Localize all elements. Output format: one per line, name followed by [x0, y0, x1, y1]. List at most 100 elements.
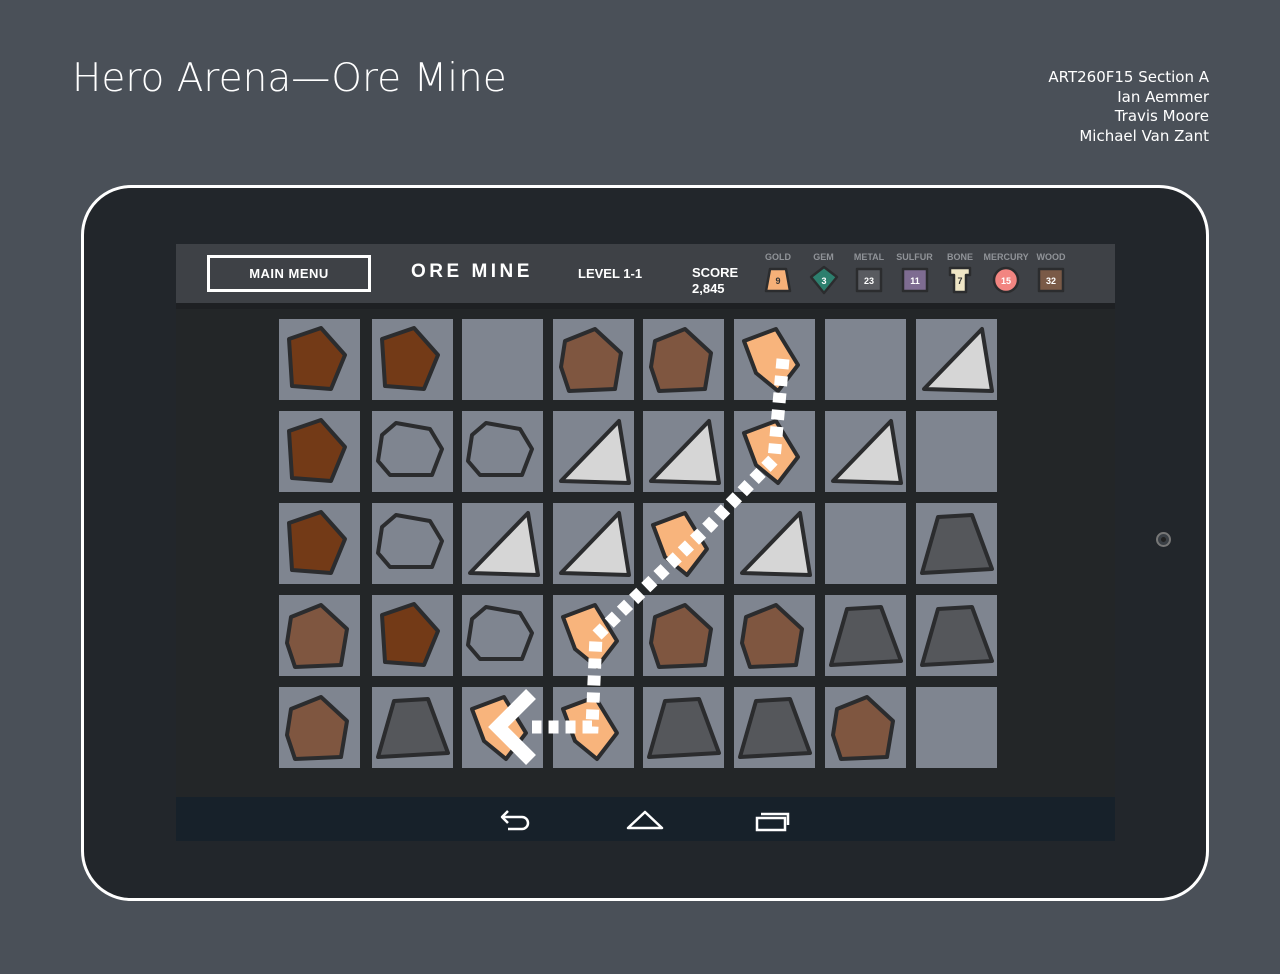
resource-label: GOLD: [765, 252, 791, 262]
metal-icon: 23: [855, 267, 883, 293]
credits: ART260F15 Section A Ian Aemmer Travis Mo…: [1048, 68, 1209, 146]
coal-ore-icon: [829, 605, 903, 667]
level-label: LEVEL 1-1: [578, 266, 643, 281]
copper-ore-icon: [380, 326, 440, 391]
stone-ore-icon: [466, 605, 534, 661]
stone-ore-icon: [466, 421, 534, 477]
silver-ore-icon: [468, 511, 540, 577]
copper-ore-icon: [287, 326, 347, 391]
empty-cell[interactable]: [462, 319, 543, 400]
silver-ore-icon: [831, 419, 903, 485]
resource-count: 15: [1000, 276, 1010, 286]
gold-ore-cell[interactable]: [734, 319, 815, 400]
coal-ore-cell[interactable]: [916, 503, 997, 584]
stone-ore-cell[interactable]: [462, 411, 543, 492]
resource-count: 3: [821, 276, 826, 286]
dirt-ore-icon: [285, 695, 349, 761]
back-icon[interactable]: [498, 805, 534, 838]
page-title: Hero Arena—Ore Mine: [72, 56, 507, 101]
dirt-ore-icon: [831, 695, 895, 761]
hud-divider: [176, 303, 1115, 309]
coal-ore-icon: [920, 605, 994, 667]
dirt-ore-cell[interactable]: [825, 687, 906, 768]
credit-line: Travis Moore: [1114, 107, 1209, 125]
score-display: SCORE 2,845: [692, 265, 738, 297]
copper-ore-cell[interactable]: [279, 503, 360, 584]
empty-cell[interactable]: [825, 319, 906, 400]
silver-ore-cell[interactable]: [462, 503, 543, 584]
credit-line: Michael Van Zant: [1079, 126, 1209, 145]
gold-ore-icon: [470, 695, 528, 761]
gold-ore-cell[interactable]: [553, 595, 634, 676]
stone-ore-cell[interactable]: [462, 595, 543, 676]
silver-ore-icon: [559, 419, 631, 485]
main-menu-button[interactable]: MAIN MENU: [207, 255, 371, 292]
credit-line: ART260F15 Section A: [1048, 68, 1209, 86]
silver-ore-icon: [559, 511, 631, 577]
resource-wood: WOOD 32: [1029, 252, 1073, 295]
dirt-ore-cell[interactable]: [643, 319, 724, 400]
copper-ore-cell[interactable]: [372, 319, 453, 400]
stone-ore-cell[interactable]: [372, 411, 453, 492]
gold-ore-icon: [651, 511, 709, 577]
silver-ore-cell[interactable]: [553, 411, 634, 492]
stone-ore-cell[interactable]: [372, 503, 453, 584]
resource-label: WOOD: [1036, 252, 1066, 262]
gold-ore-cell[interactable]: [734, 411, 815, 492]
dirt-ore-cell[interactable]: [734, 595, 815, 676]
home-icon[interactable]: [626, 805, 664, 838]
silver-ore-cell[interactable]: [643, 411, 724, 492]
credit-line: Ian Aemmer: [1117, 87, 1209, 106]
coal-ore-icon: [376, 697, 450, 759]
gold-ore-icon: [742, 419, 800, 485]
silver-ore-cell[interactable]: [916, 319, 997, 400]
dirt-ore-icon: [285, 603, 349, 669]
gold-ore-cell[interactable]: [553, 687, 634, 768]
silver-ore-cell[interactable]: [734, 503, 815, 584]
silver-ore-cell[interactable]: [825, 411, 906, 492]
gold-ore-icon: [561, 695, 619, 761]
resource-count: 9: [775, 276, 780, 286]
resource-mercury: MERCURY 15: [983, 252, 1029, 295]
gold-ore-cell[interactable]: [643, 503, 724, 584]
resource-label: GEM: [813, 252, 834, 262]
bone-icon: 7: [948, 266, 972, 294]
coal-ore-icon: [647, 697, 721, 759]
silver-ore-cell[interactable]: [553, 503, 634, 584]
dirt-ore-cell[interactable]: [279, 595, 360, 676]
gold-ore-cell[interactable]: [462, 687, 543, 768]
dirt-ore-icon: [559, 327, 623, 393]
score-value: 2,845: [692, 281, 725, 296]
copper-ore-cell[interactable]: [372, 595, 453, 676]
dirt-ore-icon: [649, 327, 713, 393]
recents-icon[interactable]: [754, 805, 790, 838]
coal-ore-cell[interactable]: [734, 687, 815, 768]
empty-cell[interactable]: [916, 687, 997, 768]
empty-cell[interactable]: [916, 411, 997, 492]
copper-ore-cell[interactable]: [279, 411, 360, 492]
coal-ore-cell[interactable]: [372, 687, 453, 768]
resource-label: SULFUR: [896, 252, 933, 262]
resource-count: 11: [910, 276, 920, 286]
resource-count: 23: [864, 276, 874, 286]
empty-cell[interactable]: [825, 503, 906, 584]
resource-label: BONE: [946, 252, 973, 262]
dirt-ore-cell[interactable]: [279, 687, 360, 768]
ore-board: [279, 319, 999, 769]
dirt-ore-cell[interactable]: [553, 319, 634, 400]
dirt-ore-cell[interactable]: [643, 595, 724, 676]
resource-label: MERCURY: [983, 252, 1029, 262]
resource-metal: METAL 23: [847, 252, 891, 295]
mercury-icon: 15: [992, 266, 1019, 294]
copper-ore-cell[interactable]: [279, 319, 360, 400]
resource-label: METAL: [853, 252, 885, 262]
hud-bar: MAIN MENU ORE MINE LEVEL 1-1 SCORE 2,845…: [176, 244, 1115, 303]
resource-sulfur: SULFUR 11: [893, 252, 937, 295]
gold-ore-icon: [742, 327, 800, 393]
coal-ore-cell[interactable]: [643, 687, 724, 768]
coal-ore-cell[interactable]: [825, 595, 906, 676]
resource-count: 7: [957, 276, 962, 286]
game-screen: MAIN MENU ORE MINE LEVEL 1-1 SCORE 2,845…: [176, 244, 1115, 841]
coal-ore-icon: [920, 513, 994, 575]
coal-ore-cell[interactable]: [916, 595, 997, 676]
